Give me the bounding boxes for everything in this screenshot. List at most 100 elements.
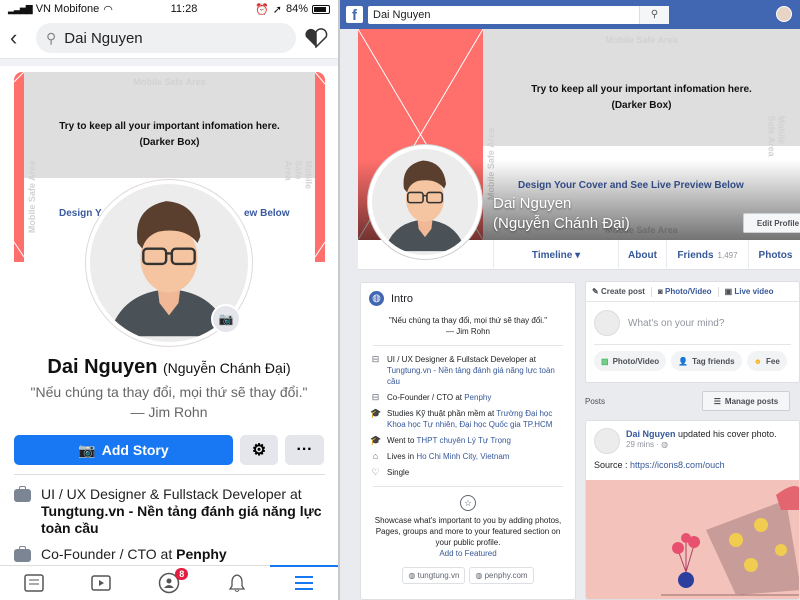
manage-posts-button[interactable]: ☰ Manage posts (702, 391, 790, 411)
intro-bio: "Nếu chúng ta thay đổi, mọi thứ sẽ thay … (361, 315, 575, 337)
composer-actions: ▨ Photo/Video 👤 Tag friends ☻ Fee (586, 345, 799, 377)
smiley-icon: ☻ (753, 356, 763, 366)
profile-avatar[interactable] (368, 145, 482, 259)
website-label: tungtung.vn (417, 571, 460, 580)
live-video-icon: ▣ (724, 287, 733, 296)
safe-area-label: Mobile Safe Area (27, 160, 38, 234)
author-link[interactable]: Dai Nguyen (626, 429, 676, 439)
alarm-icon: ⏰ (255, 3, 269, 16)
star-icon: ☆ (460, 495, 476, 511)
intro-text: Single (387, 468, 410, 477)
post-image[interactable] (586, 480, 799, 599)
safe-area-label: Mobile Safe Area (133, 77, 206, 87)
bio-author: — Jim Rohn (130, 404, 208, 420)
tab-label: About (628, 249, 657, 261)
intro-link[interactable]: Penphy (464, 393, 491, 402)
cover-instruction-sub: (Darker Box) (611, 100, 672, 111)
composer-tabs: ✎ Create post ◙ Photo/Video ▣ Live video (586, 282, 799, 302)
carrier-label: VN Mobifone (35, 3, 100, 15)
composer-input[interactable]: What's on your mind? (628, 318, 724, 329)
intro-link[interactable]: Ho Chi Minh City, Vietnam (416, 452, 509, 461)
tab-watch[interactable] (68, 566, 136, 600)
source-label: Source : (594, 460, 631, 470)
author-avatar[interactable] (594, 428, 620, 454)
alt-name-text: (Nguyễn Chánh Đại) (493, 215, 630, 232)
work-item: UI / UX Designer & Fullstack Developer a… (14, 486, 325, 537)
tab-notifications[interactable] (203, 566, 271, 600)
tab-news-feed[interactable] (0, 566, 68, 600)
video-icon (91, 575, 112, 591)
profile-actions: 📷 Add Story ⚙ ··· (14, 435, 325, 465)
photo-video-tab[interactable]: ◙ Photo/Video (658, 287, 712, 296)
heart-icon[interactable] (304, 28, 328, 48)
menu-icon (295, 576, 314, 590)
tab-menu[interactable] (270, 565, 338, 600)
add-to-featured-link[interactable]: Add to Featured (439, 549, 496, 558)
tag-friends-button[interactable]: 👤 Tag friends (671, 351, 742, 371)
create-post-tab[interactable]: ✎ Create post (592, 287, 645, 296)
website-chip[interactable]: ◍ tungtung.vn (402, 567, 466, 584)
status-bar: ▂▃▅▇ VN Mobifone ◠ 11:28 ⏰ ➚ 84% (0, 0, 338, 18)
source-link[interactable]: https://icons8.com/ouch (630, 460, 725, 470)
search-value: Dai Nguyen (64, 29, 143, 47)
desktop-search-input[interactable]: Dai Nguyen ⚲ (368, 5, 669, 24)
post-time[interactable]: 29 mins · (626, 440, 661, 449)
intro-text: Studies Kỹ thuật phần mềm at (387, 409, 497, 418)
search-icon: ⚲ (46, 29, 57, 46)
friends-count: 1,497 (717, 250, 738, 260)
pencil-icon: ✎ (592, 287, 599, 296)
battery-icon (312, 4, 330, 14)
live-video-tab[interactable]: ▣ Live video (725, 287, 774, 296)
search-value: Dai Nguyen (373, 8, 431, 21)
post-title: Dai Nguyen updated his cover photo. (626, 428, 777, 440)
intro-link[interactable]: THPT chuyên Lý Tự Trọng (417, 436, 511, 445)
notification-badge: 8 (175, 568, 189, 580)
search-button[interactable]: ⚲ (639, 5, 669, 24)
intro-link[interactable]: Tungtung.vn - Nền tảng đánh giá năng lực… (387, 366, 555, 386)
heart-icon: ♡ (371, 467, 380, 477)
camera-icon: ◙ (657, 287, 663, 296)
feeling-button[interactable]: ☻ Fee (746, 351, 787, 371)
bottom-tab-bar: 8 (0, 565, 338, 600)
work-place-link[interactable]: Tungtung.vn - Nền tảng đánh giá năng lực… (41, 503, 322, 536)
tab-label: Photo/Video (665, 287, 712, 296)
website-chip[interactable]: ◍ penphy.com (469, 567, 534, 584)
composer-body: What's on your mind? (586, 302, 799, 344)
desktop-view: f Dai Nguyen ⚲ Mobile Safe Area Mobile S… (340, 0, 800, 600)
website-links: ◍ tungtung.vn ◍ penphy.com (361, 567, 575, 584)
tab-about[interactable]: About (618, 240, 666, 270)
user-avatar[interactable] (776, 6, 792, 22)
wifi-icon: ◠ (103, 3, 113, 16)
globe-icon: ◍ (661, 440, 669, 449)
intro-text: UI / UX Designer & Fullstack Developer a… (387, 355, 536, 364)
more-button[interactable]: ··· (285, 435, 324, 465)
change-photo-button[interactable]: 📷 (211, 304, 241, 334)
back-icon[interactable]: ‹ (10, 25, 28, 51)
safe-area-label: Mobile Safe Area (605, 35, 678, 45)
camera-icon: 📷 (78, 441, 96, 458)
tab-timeline[interactable]: Timeline ▾ (493, 240, 618, 270)
work-item: Co-Founder / CTO at Penphy (14, 546, 325, 563)
photo-video-button[interactable]: ▨ Photo/Video (594, 351, 667, 371)
more-icon: ··· (296, 441, 313, 458)
edit-profile-button[interactable]: Edit Profile (743, 213, 800, 233)
news-feed-icon (24, 574, 44, 592)
facebook-logo-icon[interactable]: f (346, 6, 363, 23)
top-nav-bar: f Dai Nguyen ⚲ (340, 0, 800, 29)
button-label: Manage posts (724, 396, 779, 406)
tab-groups[interactable]: 8 (135, 566, 203, 600)
settings-button[interactable]: ⚙ (240, 435, 278, 465)
intro-item-work: ⊟ UI / UX Designer & Fullstack Developer … (361, 354, 575, 387)
home-icon: ⌂ (372, 451, 379, 461)
tab-photos[interactable]: Photos (748, 240, 800, 270)
tab-label: Friends (677, 249, 714, 261)
clock: 11:28 (170, 3, 198, 15)
button-label: Tag friends (692, 356, 735, 366)
search-icon: ⚲ (650, 9, 659, 20)
work-place-link[interactable]: Penphy (176, 546, 227, 562)
profile-name: Dai Nguyen (Nguyễn Chánh Đại) (0, 356, 338, 379)
mobile-search-input[interactable]: ⚲ Dai Nguyen (36, 23, 296, 53)
divider (373, 486, 563, 487)
add-story-button[interactable]: 📷 Add Story (14, 435, 233, 465)
tab-friends[interactable]: Friends 1,497 (666, 240, 748, 270)
